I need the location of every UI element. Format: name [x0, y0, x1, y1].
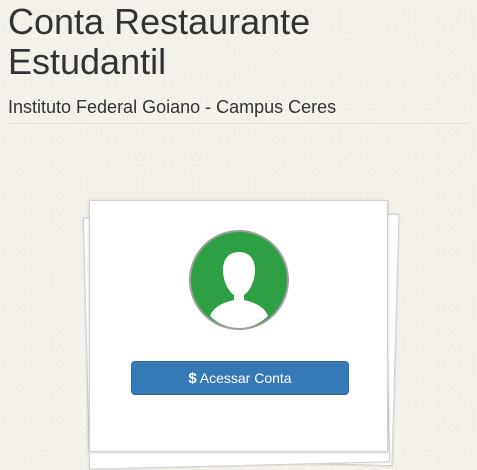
page-title: Conta Restaurante Estudantil — [8, 1, 311, 82]
user-silhouette-icon — [210, 252, 268, 328]
user-avatar — [189, 230, 289, 330]
login-card: $ Acessar Conta — [89, 200, 388, 452]
access-account-label: Acessar Conta — [199, 370, 292, 386]
login-card-stack: $ Acessar Conta — [82, 200, 400, 470]
page-header: Conta Restaurante Estudantil Instituto F… — [8, 0, 470, 132]
access-account-button[interactable]: $ Acessar Conta — [131, 361, 349, 395]
page-subtitle: Instituto Federal Goiano - Campus Ceres — [8, 97, 337, 117]
header-divider — [8, 123, 470, 124]
dollar-icon: $ — [188, 370, 197, 387]
